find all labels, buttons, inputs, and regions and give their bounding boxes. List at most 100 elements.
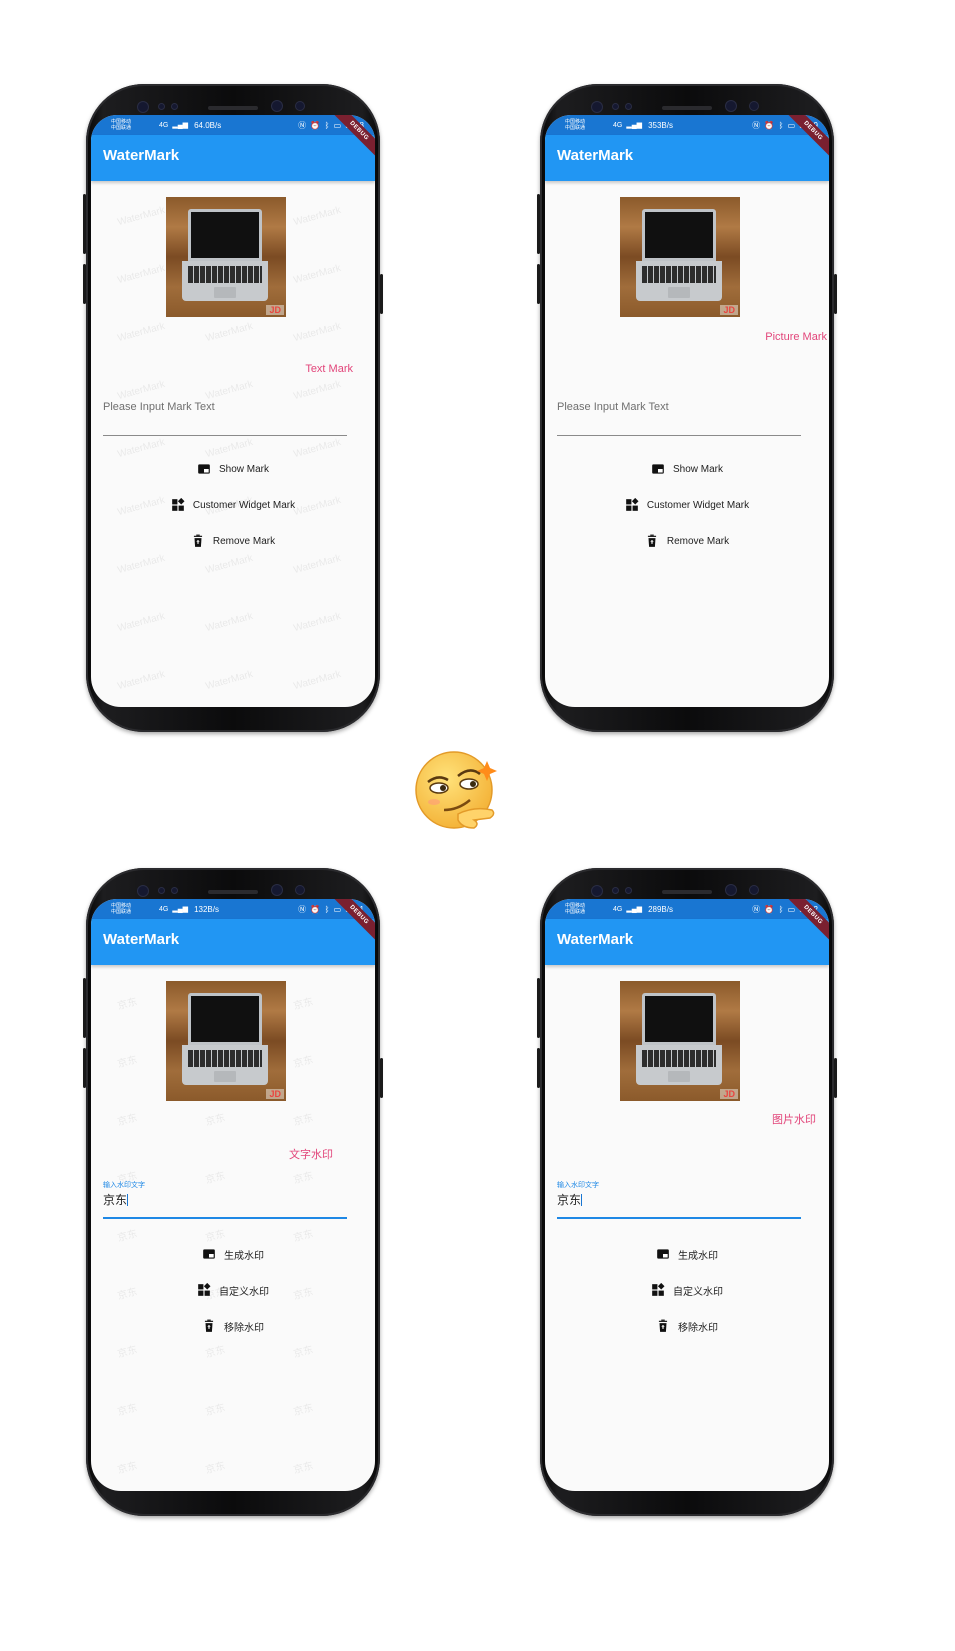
picture-in-picture-icon <box>656 1247 670 1261</box>
app-bar: WaterMark <box>91 919 375 965</box>
show-mark-button[interactable]: Show Mark <box>91 457 375 481</box>
app-title: WaterMark <box>103 147 180 164</box>
watermark-text: 京东 <box>204 1402 227 1419</box>
custom-widget-mark-button[interactable]: Customer Widget Mark <box>91 493 375 517</box>
input-value-text: 京东 <box>103 1193 128 1207</box>
mark-text-input[interactable]: 输入水印文字 京东 <box>103 1180 347 1219</box>
iris-sensor <box>138 102 148 112</box>
input-underline <box>103 1217 347 1219</box>
status-bar: 中国移动 中国联通 4G ▂▄▆ 353B/s Ⓝ ⏰ ᛒ ▭ 5:49 <box>545 115 829 135</box>
remove-mark-button[interactable]: 移除水印 <box>91 1314 375 1338</box>
alarm-icon: ⏰ <box>310 904 322 914</box>
volume-button <box>537 978 540 1038</box>
remove-mark-button[interactable]: Remove Mark <box>91 529 375 553</box>
custom-widget-mark-button[interactable]: 自定义水印 <box>545 1278 829 1302</box>
alarm-icon: ⏰ <box>764 904 776 914</box>
laptop-screen <box>188 209 262 261</box>
input-underline <box>103 435 347 436</box>
watermark-text: WaterMark <box>116 378 167 403</box>
volume-button <box>537 194 540 254</box>
input-value[interactable]: 京东 <box>557 1191 801 1208</box>
laptop-keyboard <box>636 261 722 301</box>
speaker-grille <box>662 890 712 894</box>
watermark-text: WaterMark <box>116 262 167 287</box>
app-bar: WaterMark <box>91 135 375 181</box>
remove-mark-button[interactable]: Remove Mark <box>545 529 829 553</box>
signal-icon: ▂▄▆ <box>626 906 643 913</box>
watermark-text: WaterMark <box>204 320 255 345</box>
signal-icon: ▂▄▆ <box>172 906 189 913</box>
jd-watermark-logo: JD <box>720 1089 738 1099</box>
iris-camera <box>726 101 736 111</box>
network-type: 4G <box>613 121 623 129</box>
remove-mark-label: 移除水印 <box>224 1322 264 1334</box>
screen: 中国移动 中国联通 4G ▂▄▆ 289B/s Ⓝ ⏰ ᛒ ▭ 5:52 Wat… <box>545 899 829 1491</box>
watermark-text: 京东 <box>116 1054 139 1071</box>
power-button <box>380 1058 383 1098</box>
input-placeholder: Please Input Mark Text <box>557 401 669 413</box>
widgets-icon <box>171 498 185 512</box>
watermark-text: WaterMark <box>204 610 255 635</box>
volume-button <box>83 194 86 254</box>
watermark-text: WaterMark <box>292 552 343 577</box>
network-type: 4G <box>159 121 169 129</box>
show-mark-button[interactable]: 生成水印 <box>91 1242 375 1266</box>
widgets-icon <box>197 1283 211 1297</box>
carrier-info: 中国移动 中国联通 <box>565 903 609 915</box>
mark-type-label: Text Mark <box>305 363 353 375</box>
network-type: 4G <box>159 905 169 913</box>
custom-widget-mark-button[interactable]: Customer Widget Mark <box>545 493 829 517</box>
network-type: 4G <box>613 905 623 913</box>
bixby-button <box>83 264 86 304</box>
laptop-image: JD <box>166 981 286 1101</box>
signal-icon: ▂▄▆ <box>626 122 643 129</box>
watermark-text: WaterMark <box>116 668 167 693</box>
input-label: 输入水印文字 <box>103 1182 145 1189</box>
volume-button <box>83 978 86 1038</box>
laptop-screen <box>188 993 262 1045</box>
mark-text-input[interactable]: Please Input Mark Text <box>103 401 347 436</box>
trash-icon <box>645 534 659 548</box>
screen: 中国移动 中国联通 4G ▂▄▆ 353B/s Ⓝ ⏰ ᛒ ▭ 5:49 Wat… <box>545 115 829 707</box>
watermark-text: WaterMark <box>204 552 255 577</box>
screen: 京东 京东 京东 京东 京东 京东 京东 京东 京东 京东 京东 京东 京东 京东 京东 京东 京东 京东 京东 京东… <box>91 899 375 1491</box>
laptop-image: JD <box>620 981 740 1101</box>
show-mark-button[interactable]: Show Mark <box>545 457 829 481</box>
jd-watermark-logo: JD <box>266 1089 284 1099</box>
remove-mark-button[interactable]: 移除水印 <box>545 1314 829 1338</box>
bluetooth-icon: ᛒ <box>778 904 785 914</box>
laptop-image: JD <box>620 197 740 317</box>
input-value-text: 京东 <box>557 1193 582 1207</box>
custom-widget-mark-button[interactable]: 自定义水印 <box>91 1278 375 1302</box>
light-sensor <box>626 888 631 893</box>
picture-in-picture-icon <box>202 1247 216 1261</box>
bluetooth-icon: ᛒ <box>324 120 331 130</box>
smirk-emoji-icon <box>415 751 497 829</box>
watermark-text: WaterMark <box>292 610 343 635</box>
app-title: WaterMark <box>557 931 634 948</box>
phone-frame-2: 中国移动 中国联通 4G ▂▄▆ 353B/s Ⓝ ⏰ ᛒ ▭ 5:49 Wat… <box>537 84 837 732</box>
remove-mark-label: Remove Mark <box>666 535 730 547</box>
show-mark-button[interactable]: 生成水印 <box>545 1242 829 1266</box>
front-camera <box>296 102 304 110</box>
mark-text-input[interactable]: Please Input Mark Text <box>557 401 801 436</box>
mark-type-label: Picture Mark <box>765 331 827 343</box>
laptop-keyboard <box>636 1045 722 1085</box>
iris-camera <box>272 885 282 895</box>
laptop-keyboard <box>182 261 268 301</box>
remove-mark-label: 移除水印 <box>678 1322 718 1334</box>
watermark-text: 京东 <box>116 996 139 1013</box>
mark-type-label: 图片水印 <box>772 1114 816 1126</box>
carrier-info: 中国移动 中国联通 <box>111 903 155 915</box>
mark-text-input[interactable]: 输入水印文字 京东 <box>557 1180 801 1219</box>
watermark-text: 京东 <box>292 1344 315 1361</box>
bixby-button <box>537 1048 540 1088</box>
watermark-text: WaterMark <box>116 610 167 635</box>
watermark-text: 京东 <box>116 1460 139 1477</box>
status-bar: 中国移动 中国联通 4G ▂▄▆ 289B/s Ⓝ ⏰ ᛒ ▭ 5:52 <box>545 899 829 919</box>
light-sensor <box>172 104 177 109</box>
bluetooth-icon: ᛒ <box>324 904 331 914</box>
watermark-text: 京东 <box>116 1344 139 1361</box>
input-value[interactable]: 京东 <box>103 1191 347 1208</box>
app-title: WaterMark <box>103 931 180 948</box>
